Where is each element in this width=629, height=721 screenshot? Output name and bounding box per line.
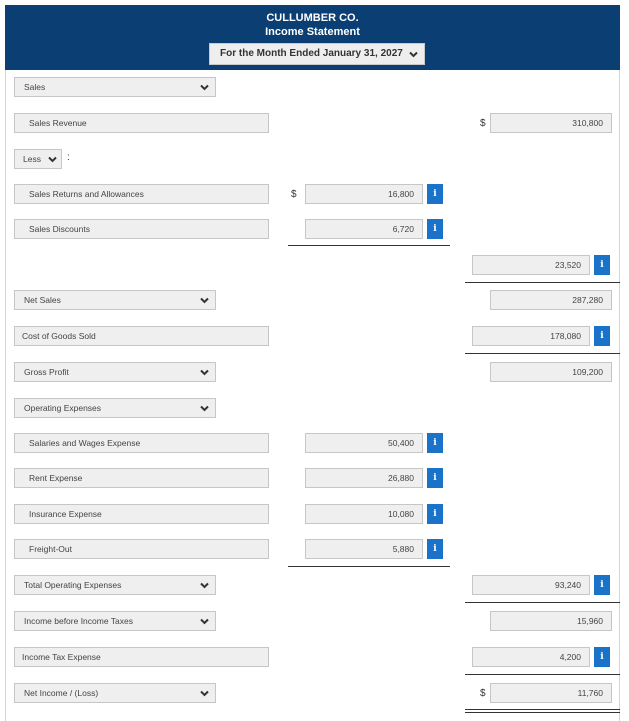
net-sales-amount-field[interactable]: 287,280 [490, 290, 612, 310]
info-icon[interactable]: i [427, 539, 443, 559]
less-dropdown-value: Less [23, 154, 41, 164]
info-icon[interactable]: i [594, 575, 610, 595]
net-income-amount-field[interactable]: 11,760 [490, 683, 612, 703]
info-icon[interactable]: i [427, 468, 443, 488]
sales-heading-dropdown[interactable]: Sales [14, 77, 216, 97]
sales-discounts-amount-field[interactable]: 6,720 [305, 219, 423, 239]
dollar-sign: $ [480, 118, 486, 129]
info-icon[interactable]: i [594, 647, 610, 667]
freight-amount-field[interactable]: 5,880 [305, 539, 423, 559]
total-deductions-amount-field[interactable]: 23,520 [472, 255, 590, 275]
chevron-down-icon [199, 82, 210, 93]
sales-discounts-label-field[interactable]: Sales Discounts [14, 219, 269, 239]
income-tax-label-field[interactable]: Income Tax Expense [14, 647, 269, 667]
gross-profit-dropdown[interactable]: Gross Profit [14, 362, 216, 382]
chevron-down-icon [199, 367, 210, 378]
period-dropdown-value: For the Month Ended January 31, 2027 [220, 48, 403, 59]
underline-rule [465, 282, 620, 283]
chevron-down-icon [199, 403, 210, 414]
net-sales-value: Net Sales [24, 295, 61, 305]
info-icon[interactable]: i [427, 504, 443, 524]
income-tax-amount-field[interactable]: 4,200 [472, 647, 590, 667]
cogs-amount-field[interactable]: 178,080 [472, 326, 590, 346]
gross-profit-amount-field[interactable]: 109,200 [490, 362, 612, 382]
double-underline-rule [465, 709, 620, 710]
sales-revenue-amount-field[interactable]: 310,800 [490, 113, 612, 133]
underline-rule [465, 353, 620, 354]
income-before-taxes-value: Income before Income Taxes [24, 616, 133, 626]
period-dropdown[interactable]: For the Month Ended January 31, 2027 [209, 43, 425, 65]
net-income-dropdown[interactable]: Net Income / (Loss) [14, 683, 216, 703]
chevron-down-icon [47, 154, 58, 165]
double-underline-rule [465, 712, 620, 713]
cogs-label-field[interactable]: Cost of Goods Sold [14, 326, 269, 346]
chevron-down-icon [199, 688, 210, 699]
insurance-amount-field[interactable]: 10,080 [305, 504, 423, 524]
chevron-down-icon [199, 616, 210, 627]
info-icon[interactable]: i [594, 326, 610, 346]
sales-returns-amount-field[interactable]: 16,800 [305, 184, 423, 204]
underline-rule [465, 674, 620, 675]
total-operating-value: Total Operating Expenses [24, 580, 122, 590]
underline-rule [465, 602, 620, 603]
operating-expenses-value: Operating Expenses [24, 403, 102, 413]
total-operating-dropdown[interactable]: Total Operating Expenses [14, 575, 216, 595]
insurance-label-field[interactable]: Insurance Expense [14, 504, 269, 524]
net-sales-dropdown[interactable]: Net Sales [14, 290, 216, 310]
info-icon[interactable]: i [427, 219, 443, 239]
statement-title: Income Statement [265, 26, 360, 38]
company-name: CULLUMBER CO. [266, 12, 359, 24]
dollar-sign: $ [291, 189, 297, 200]
underline-rule [288, 566, 450, 567]
chevron-down-icon [408, 49, 419, 60]
underline-rule [288, 245, 450, 246]
freight-label-field[interactable]: Freight-Out [14, 539, 269, 559]
sales-heading-value: Sales [24, 82, 46, 92]
sales-revenue-label-field[interactable]: Sales Revenue [14, 113, 269, 133]
total-operating-amount-field[interactable]: 93,240 [472, 575, 590, 595]
salaries-amount-field[interactable]: 50,400 [305, 433, 423, 453]
less-dropdown[interactable]: Less [14, 149, 62, 169]
statement-header: CULLUMBER CO. Income Statement For the M… [5, 5, 620, 70]
rent-label-field[interactable]: Rent Expense [14, 468, 269, 488]
salaries-label-field[interactable]: Salaries and Wages Expense [14, 433, 269, 453]
income-before-taxes-dropdown[interactable]: Income before Income Taxes [14, 611, 216, 631]
chevron-down-icon [199, 295, 210, 306]
gross-profit-value: Gross Profit [24, 367, 69, 377]
chevron-down-icon [199, 580, 210, 591]
colon-separator: : [67, 152, 70, 163]
net-income-value: Net Income / (Loss) [24, 688, 99, 698]
dollar-sign: $ [480, 688, 486, 699]
info-icon[interactable]: i [427, 184, 443, 204]
operating-expenses-dropdown[interactable]: Operating Expenses [14, 398, 216, 418]
info-icon[interactable]: i [427, 433, 443, 453]
sales-returns-label-field[interactable]: Sales Returns and Allowances [14, 184, 269, 204]
income-before-taxes-amount-field[interactable]: 15,960 [490, 611, 612, 631]
info-icon[interactable]: i [594, 255, 610, 275]
rent-amount-field[interactable]: 26,880 [305, 468, 423, 488]
